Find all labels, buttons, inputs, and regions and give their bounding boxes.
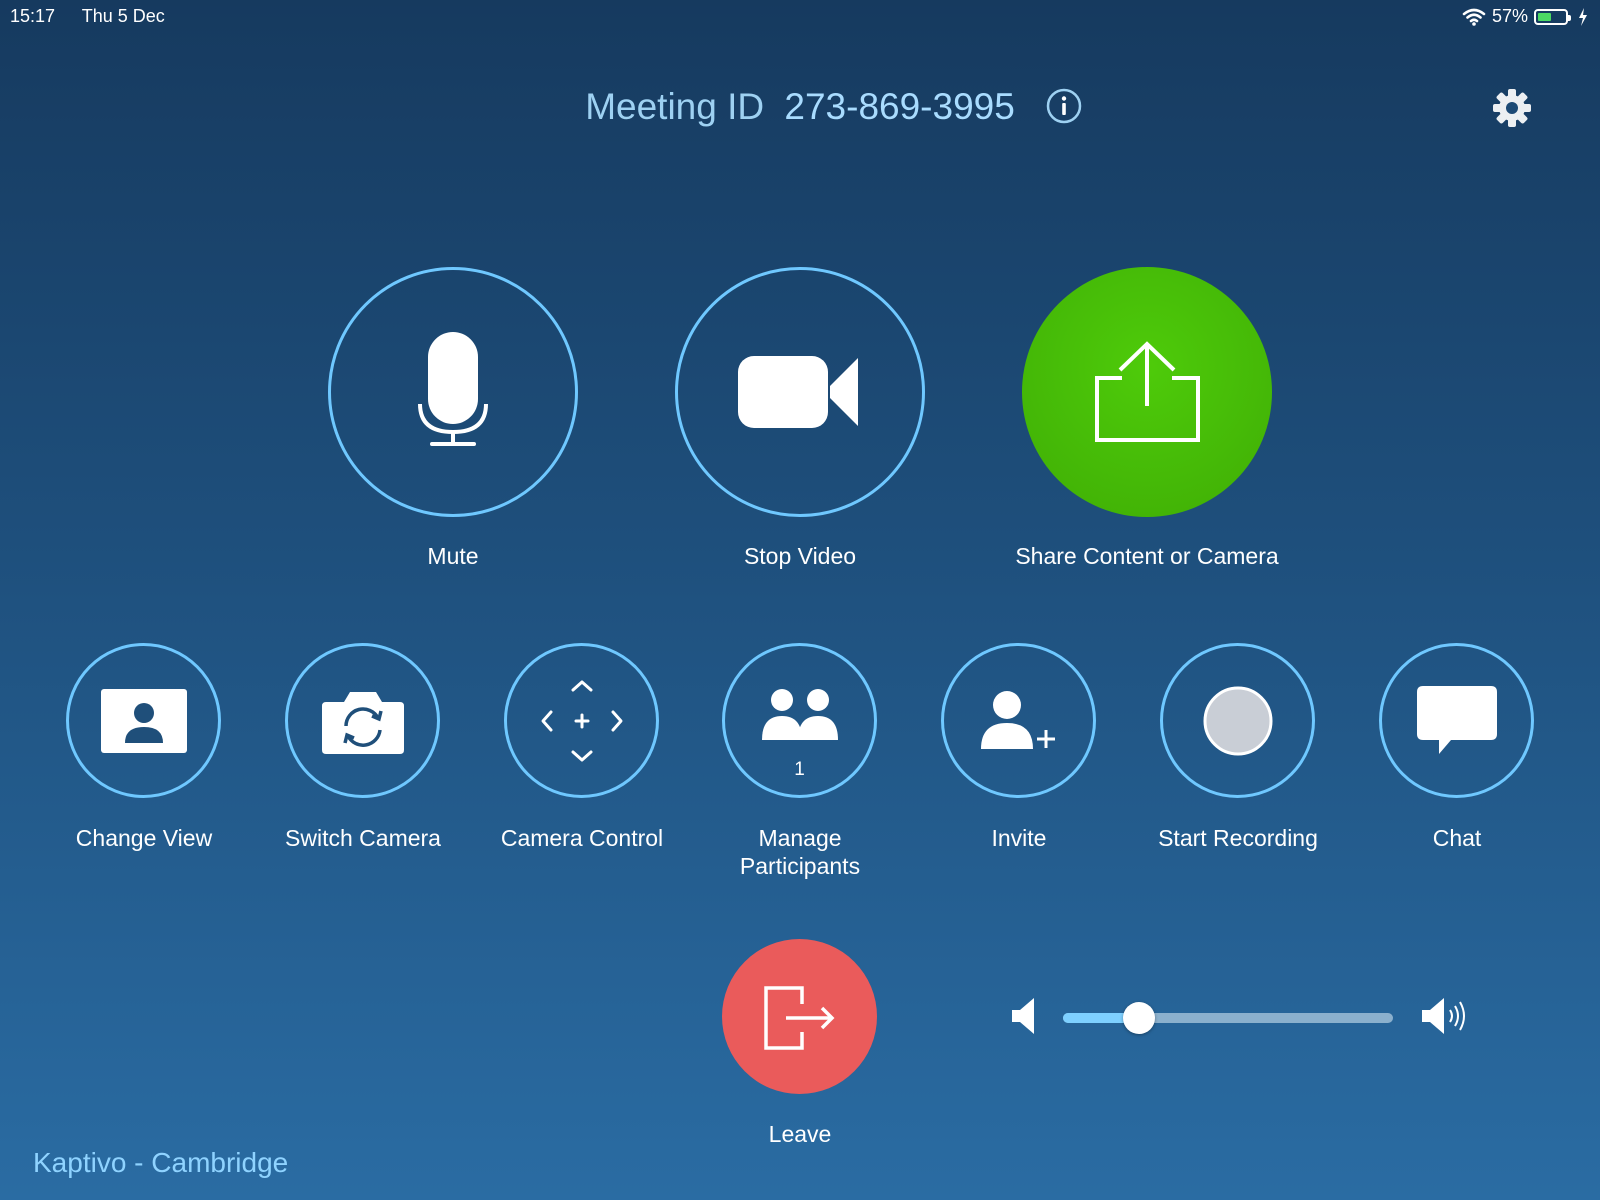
meeting-id-value: 273-869-3995 (784, 86, 1015, 127)
change-view-button[interactable] (66, 643, 221, 798)
leave-exit-icon (763, 985, 834, 1050)
share-content-label: Share Content or Camera (1015, 543, 1279, 569)
manage-participants-button[interactable]: 1 (722, 643, 877, 798)
camera-control-icon (541, 680, 622, 761)
status-time: 15:17 (10, 6, 56, 26)
wifi-icon (1462, 8, 1486, 26)
share-content-button[interactable] (1022, 267, 1272, 517)
charging-bolt-icon (1579, 7, 1587, 26)
leave-label: Leave (768, 1121, 832, 1147)
microphone-icon (418, 332, 488, 446)
status-bar: 15:17 Thu 5 Dec 57% (0, 0, 1600, 34)
camera-control-button[interactable] (504, 643, 659, 798)
gear-icon (1493, 89, 1531, 127)
invite-person-icon (980, 690, 1055, 749)
start-recording-button[interactable] (1160, 643, 1315, 798)
participant-count: 1 (794, 759, 805, 780)
info-icon (1046, 88, 1082, 124)
manage-participants-label: Manage Participants (739, 825, 861, 879)
volume-high-icon (1422, 998, 1465, 1034)
start-recording-label: Start Recording (1158, 825, 1318, 851)
share-upload-icon (1095, 341, 1200, 442)
mute-button[interactable] (328, 267, 578, 517)
status-date: Thu 5 Dec (81, 6, 165, 26)
volume-low-button[interactable] (1010, 996, 1036, 1041)
record-icon (1203, 686, 1272, 755)
switch-camera-button[interactable] (285, 643, 440, 798)
chat-bubble-icon (1416, 685, 1497, 754)
stop-video-label: Stop Video (743, 543, 857, 569)
room-name: Kaptivo - Cambridge (33, 1147, 289, 1178)
invite-button[interactable] (941, 643, 1096, 798)
change-view-label: Change View (75, 825, 213, 851)
battery-percent: 57% (1491, 6, 1528, 26)
mute-label: Mute (427, 543, 479, 569)
chat-label: Chat (1432, 825, 1482, 851)
participants-icon (761, 688, 838, 740)
volume-slider-thumb[interactable] (1122, 1002, 1155, 1034)
switch-camera-label: Switch Camera (285, 825, 441, 851)
status-left: 15:17 Thu 5 Dec (10, 6, 187, 27)
status-right: 57% (1462, 6, 1588, 27)
settings-button[interactable] (1490, 86, 1534, 130)
camera-control-label: Camera Control (500, 825, 664, 851)
volume-slider[interactable] (1063, 1002, 1393, 1034)
invite-label: Invite (991, 825, 1047, 851)
meeting-header: Meeting ID 273-869-3995 (0, 86, 1600, 128)
stop-video-button[interactable] (675, 267, 925, 517)
change-view-icon (100, 688, 187, 753)
meeting-id-label: Meeting ID (585, 86, 765, 127)
chat-button[interactable] (1379, 643, 1534, 798)
volume-high-button[interactable] (1420, 996, 1470, 1041)
battery-icon (1534, 8, 1571, 25)
battery-fill (1538, 12, 1552, 21)
info-button[interactable] (1046, 88, 1082, 124)
leave-button[interactable] (722, 939, 877, 1094)
volume-low-icon (1012, 998, 1034, 1034)
video-camera-icon (738, 356, 858, 428)
switch-camera-icon (321, 691, 404, 754)
